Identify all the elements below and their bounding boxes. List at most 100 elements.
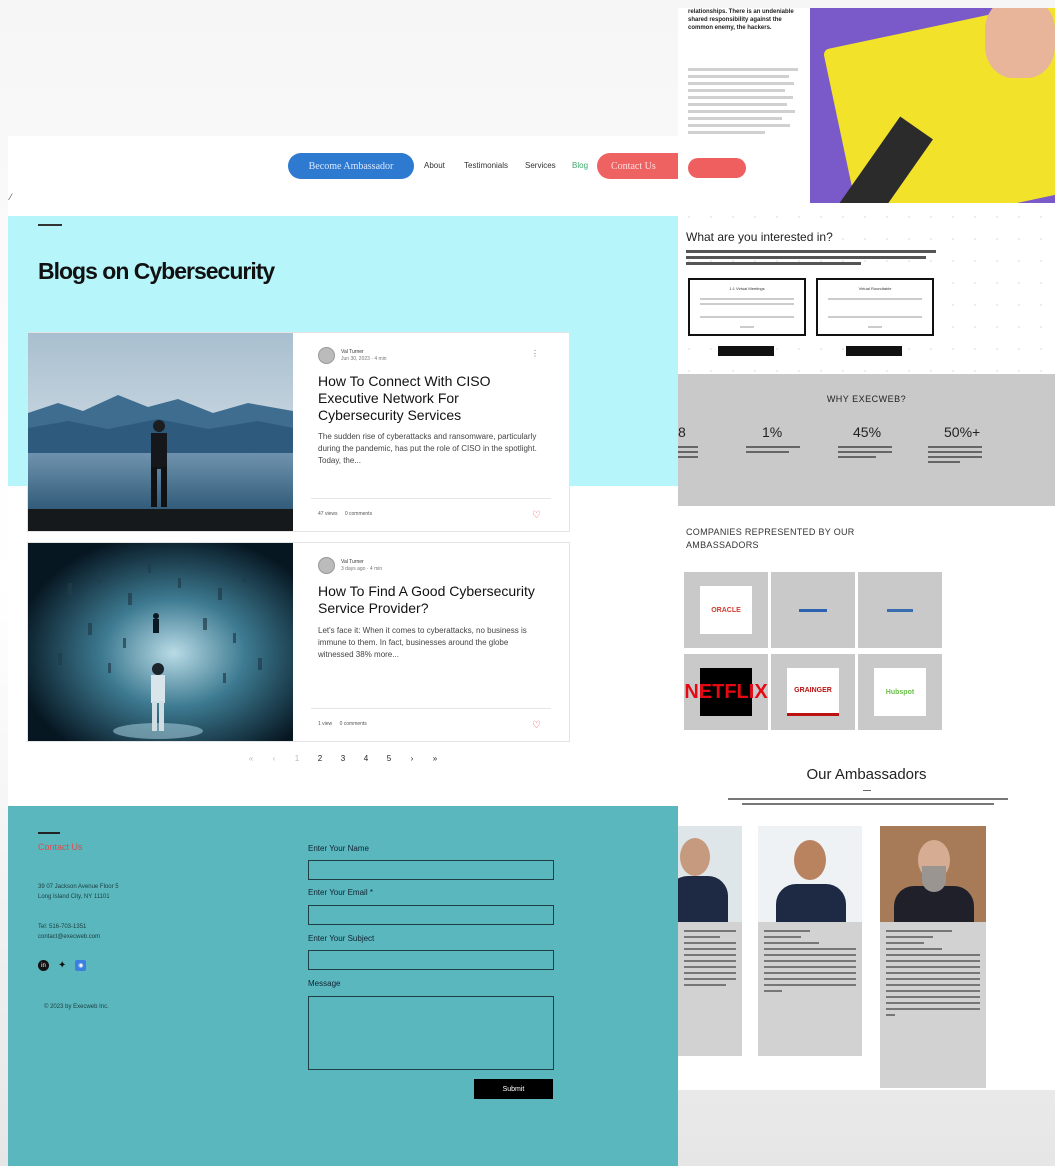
like-heart-icon[interactable]: ♡ bbox=[532, 510, 541, 521]
next-page-icon[interactable]: › bbox=[401, 754, 424, 768]
post-title[interactable]: How To Find A Good Cybersecurity Service… bbox=[318, 583, 543, 617]
landing-page-preview: relationships. There is an undeniable sh… bbox=[678, 8, 1055, 1090]
interest-title: What are you interested in? bbox=[686, 230, 833, 244]
ambassador-photo bbox=[758, 826, 862, 922]
company-logo bbox=[771, 572, 855, 648]
post-stats: 1 view 0 comments bbox=[318, 721, 373, 727]
post-excerpt: The sudden rise of cyberattacks and rans… bbox=[318, 432, 537, 465]
meetings-card[interactable]: 1:1 Virtual Meetings bbox=[688, 278, 806, 336]
post-stats: 47 views 0 comments bbox=[318, 511, 378, 517]
post-excerpt: Let's face it: When it comes to cyberatt… bbox=[318, 626, 527, 659]
ambassadors-title: Our Ambassadors bbox=[806, 766, 927, 783]
stat-value: 45% bbox=[853, 424, 882, 440]
more-options-icon[interactable]: ⋮ bbox=[531, 349, 539, 358]
become-ambassador-button[interactable]: Become Ambassador bbox=[288, 153, 414, 179]
author-name[interactable]: Val Turner bbox=[341, 349, 387, 356]
nav-link-services[interactable]: Services bbox=[525, 161, 556, 170]
nav-link-testimonials[interactable]: Testimonials bbox=[464, 161, 508, 170]
nav-link-blog[interactable]: Blog bbox=[572, 161, 588, 170]
contact-title: Contact Us bbox=[38, 842, 83, 852]
subject-label: Enter Your Subject bbox=[308, 934, 375, 943]
last-page-icon[interactable]: » bbox=[424, 754, 447, 768]
twitter-icon[interactable]: ✦ bbox=[58, 960, 66, 971]
name-input[interactable] bbox=[308, 860, 554, 880]
prev-page-icon[interactable]: ‹ bbox=[263, 754, 286, 768]
intro-text: relationships. There is an undeniable sh… bbox=[688, 9, 794, 31]
comment-count[interactable]: 0 comments bbox=[340, 721, 367, 727]
author-avatar[interactable] bbox=[318, 347, 335, 364]
author-info: Val Turner 3 days ago · 4 min bbox=[318, 557, 382, 574]
pagination: « ‹ 1 2 3 4 5 › » bbox=[8, 754, 678, 768]
contact-footer: Contact Us 39 07 Jackson Avenue Floor 5 … bbox=[8, 806, 678, 1166]
author-name[interactable]: Val Turner bbox=[341, 559, 382, 566]
first-page-icon[interactable]: « bbox=[240, 754, 263, 768]
email-input[interactable] bbox=[308, 905, 554, 925]
contact-us-button[interactable]: Contact Us bbox=[597, 153, 678, 179]
ambassador-card[interactable] bbox=[758, 826, 862, 1056]
page-link-4[interactable]: 4 bbox=[355, 754, 378, 768]
author-avatar[interactable] bbox=[318, 557, 335, 574]
blog-post-card[interactable]: Val Turner Jun 30, 2023 · 4 min ⋮ How To… bbox=[27, 332, 570, 532]
roundtable-card[interactable]: Virtual Roundtable bbox=[816, 278, 934, 336]
email-link[interactable]: contact@execweb.com bbox=[38, 932, 100, 942]
why-execweb-section: WHY EXECWEB? 8 1% 45% 50%+ bbox=[678, 374, 1055, 506]
companies-section: COMPANIES REPRESENTED BY OUR AMBASSADORS… bbox=[678, 506, 1055, 756]
company-logo: NETFLIX bbox=[684, 654, 768, 730]
meetings-card-button[interactable] bbox=[718, 346, 774, 356]
blog-page-preview: ⁄ Become Ambassador About Testimonials S… bbox=[8, 136, 678, 1166]
page-link-5[interactable]: 5 bbox=[378, 754, 401, 768]
post-body: Val Turner 3 days ago · 4 min How To Fin… bbox=[293, 543, 569, 741]
name-label: Enter Your Name bbox=[308, 844, 369, 853]
cursor-icon: ⁄ bbox=[10, 192, 12, 202]
company-logo: Hubspot bbox=[858, 654, 942, 730]
companies-title: COMPANIES REPRESENTED BY OUR AMBASSADORS bbox=[686, 527, 855, 550]
stat-value: 1% bbox=[762, 424, 783, 440]
message-textarea[interactable] bbox=[308, 996, 554, 1070]
ambassador-photo bbox=[678, 826, 742, 922]
contact-details: Tel: 516-703-1351 contact@execweb.com bbox=[38, 922, 100, 942]
address: 39 07 Jackson Avenue Floor 5 Long Island… bbox=[38, 884, 119, 900]
message-label: Message bbox=[308, 979, 341, 988]
author-info: Val Turner Jun 30, 2023 · 4 min bbox=[318, 347, 387, 364]
stat-value: 8 bbox=[678, 424, 686, 440]
phone[interactable]: Tel: 516-703-1351 bbox=[38, 922, 100, 932]
meetings-card-title: 1:1 Virtual Meetings bbox=[729, 286, 765, 291]
social-links: in ✦ ◉ bbox=[38, 960, 87, 971]
hero-photo bbox=[810, 8, 1055, 203]
ambassador-photo bbox=[880, 826, 986, 922]
ambassador-card[interactable] bbox=[678, 826, 742, 1056]
email-label: Enter Your Email * bbox=[308, 888, 373, 897]
intro-section: relationships. There is an undeniable sh… bbox=[678, 8, 1055, 206]
post-date: 3 days ago · 4 min bbox=[341, 565, 383, 572]
page-link-2[interactable]: 2 bbox=[309, 754, 332, 768]
company-logo: ORACLE bbox=[684, 572, 768, 648]
why-title: WHY EXECWEB? bbox=[826, 394, 907, 404]
subject-input[interactable] bbox=[308, 950, 554, 970]
view-count: 47 views bbox=[318, 511, 338, 517]
post-image-crowd[interactable] bbox=[28, 543, 293, 741]
roundtable-card-title: Virtual Roundtable bbox=[858, 286, 892, 291]
stat-value: 50%+ bbox=[944, 424, 981, 440]
page-link-3[interactable]: 3 bbox=[332, 754, 355, 768]
page-link-1[interactable]: 1 bbox=[286, 754, 309, 768]
post-image-lake[interactable] bbox=[28, 333, 293, 531]
ambassador-card[interactable] bbox=[880, 826, 986, 1088]
blog-post-card[interactable]: Val Turner 3 days ago · 4 min How To Fin… bbox=[27, 542, 570, 742]
comment-count[interactable]: 0 comments bbox=[345, 511, 372, 517]
roundtable-card-button[interactable] bbox=[846, 346, 902, 356]
post-title[interactable]: How To Connect With CISO Executive Netwo… bbox=[318, 373, 543, 424]
post-date: Jun 30, 2023 · 4 min bbox=[341, 355, 387, 362]
post-body: Val Turner Jun 30, 2023 · 4 min ⋮ How To… bbox=[293, 333, 569, 531]
submit-button[interactable]: Submit bbox=[474, 1079, 553, 1099]
page-title: Blogs on Cybersecurity bbox=[38, 258, 275, 284]
nav-link-about[interactable]: About bbox=[424, 161, 445, 170]
view-count: 1 view bbox=[318, 721, 333, 727]
like-heart-icon[interactable]: ♡ bbox=[532, 720, 541, 731]
intro-button[interactable] bbox=[688, 158, 746, 178]
website-icon[interactable]: ◉ bbox=[75, 960, 87, 971]
ambassadors-section: Our Ambassadors bbox=[678, 756, 1055, 1090]
linkedin-icon[interactable]: in bbox=[38, 960, 49, 971]
copyright: © 2023 by Execweb Inc. bbox=[44, 1004, 109, 1010]
company-logo bbox=[858, 572, 942, 648]
interest-description bbox=[686, 250, 936, 268]
